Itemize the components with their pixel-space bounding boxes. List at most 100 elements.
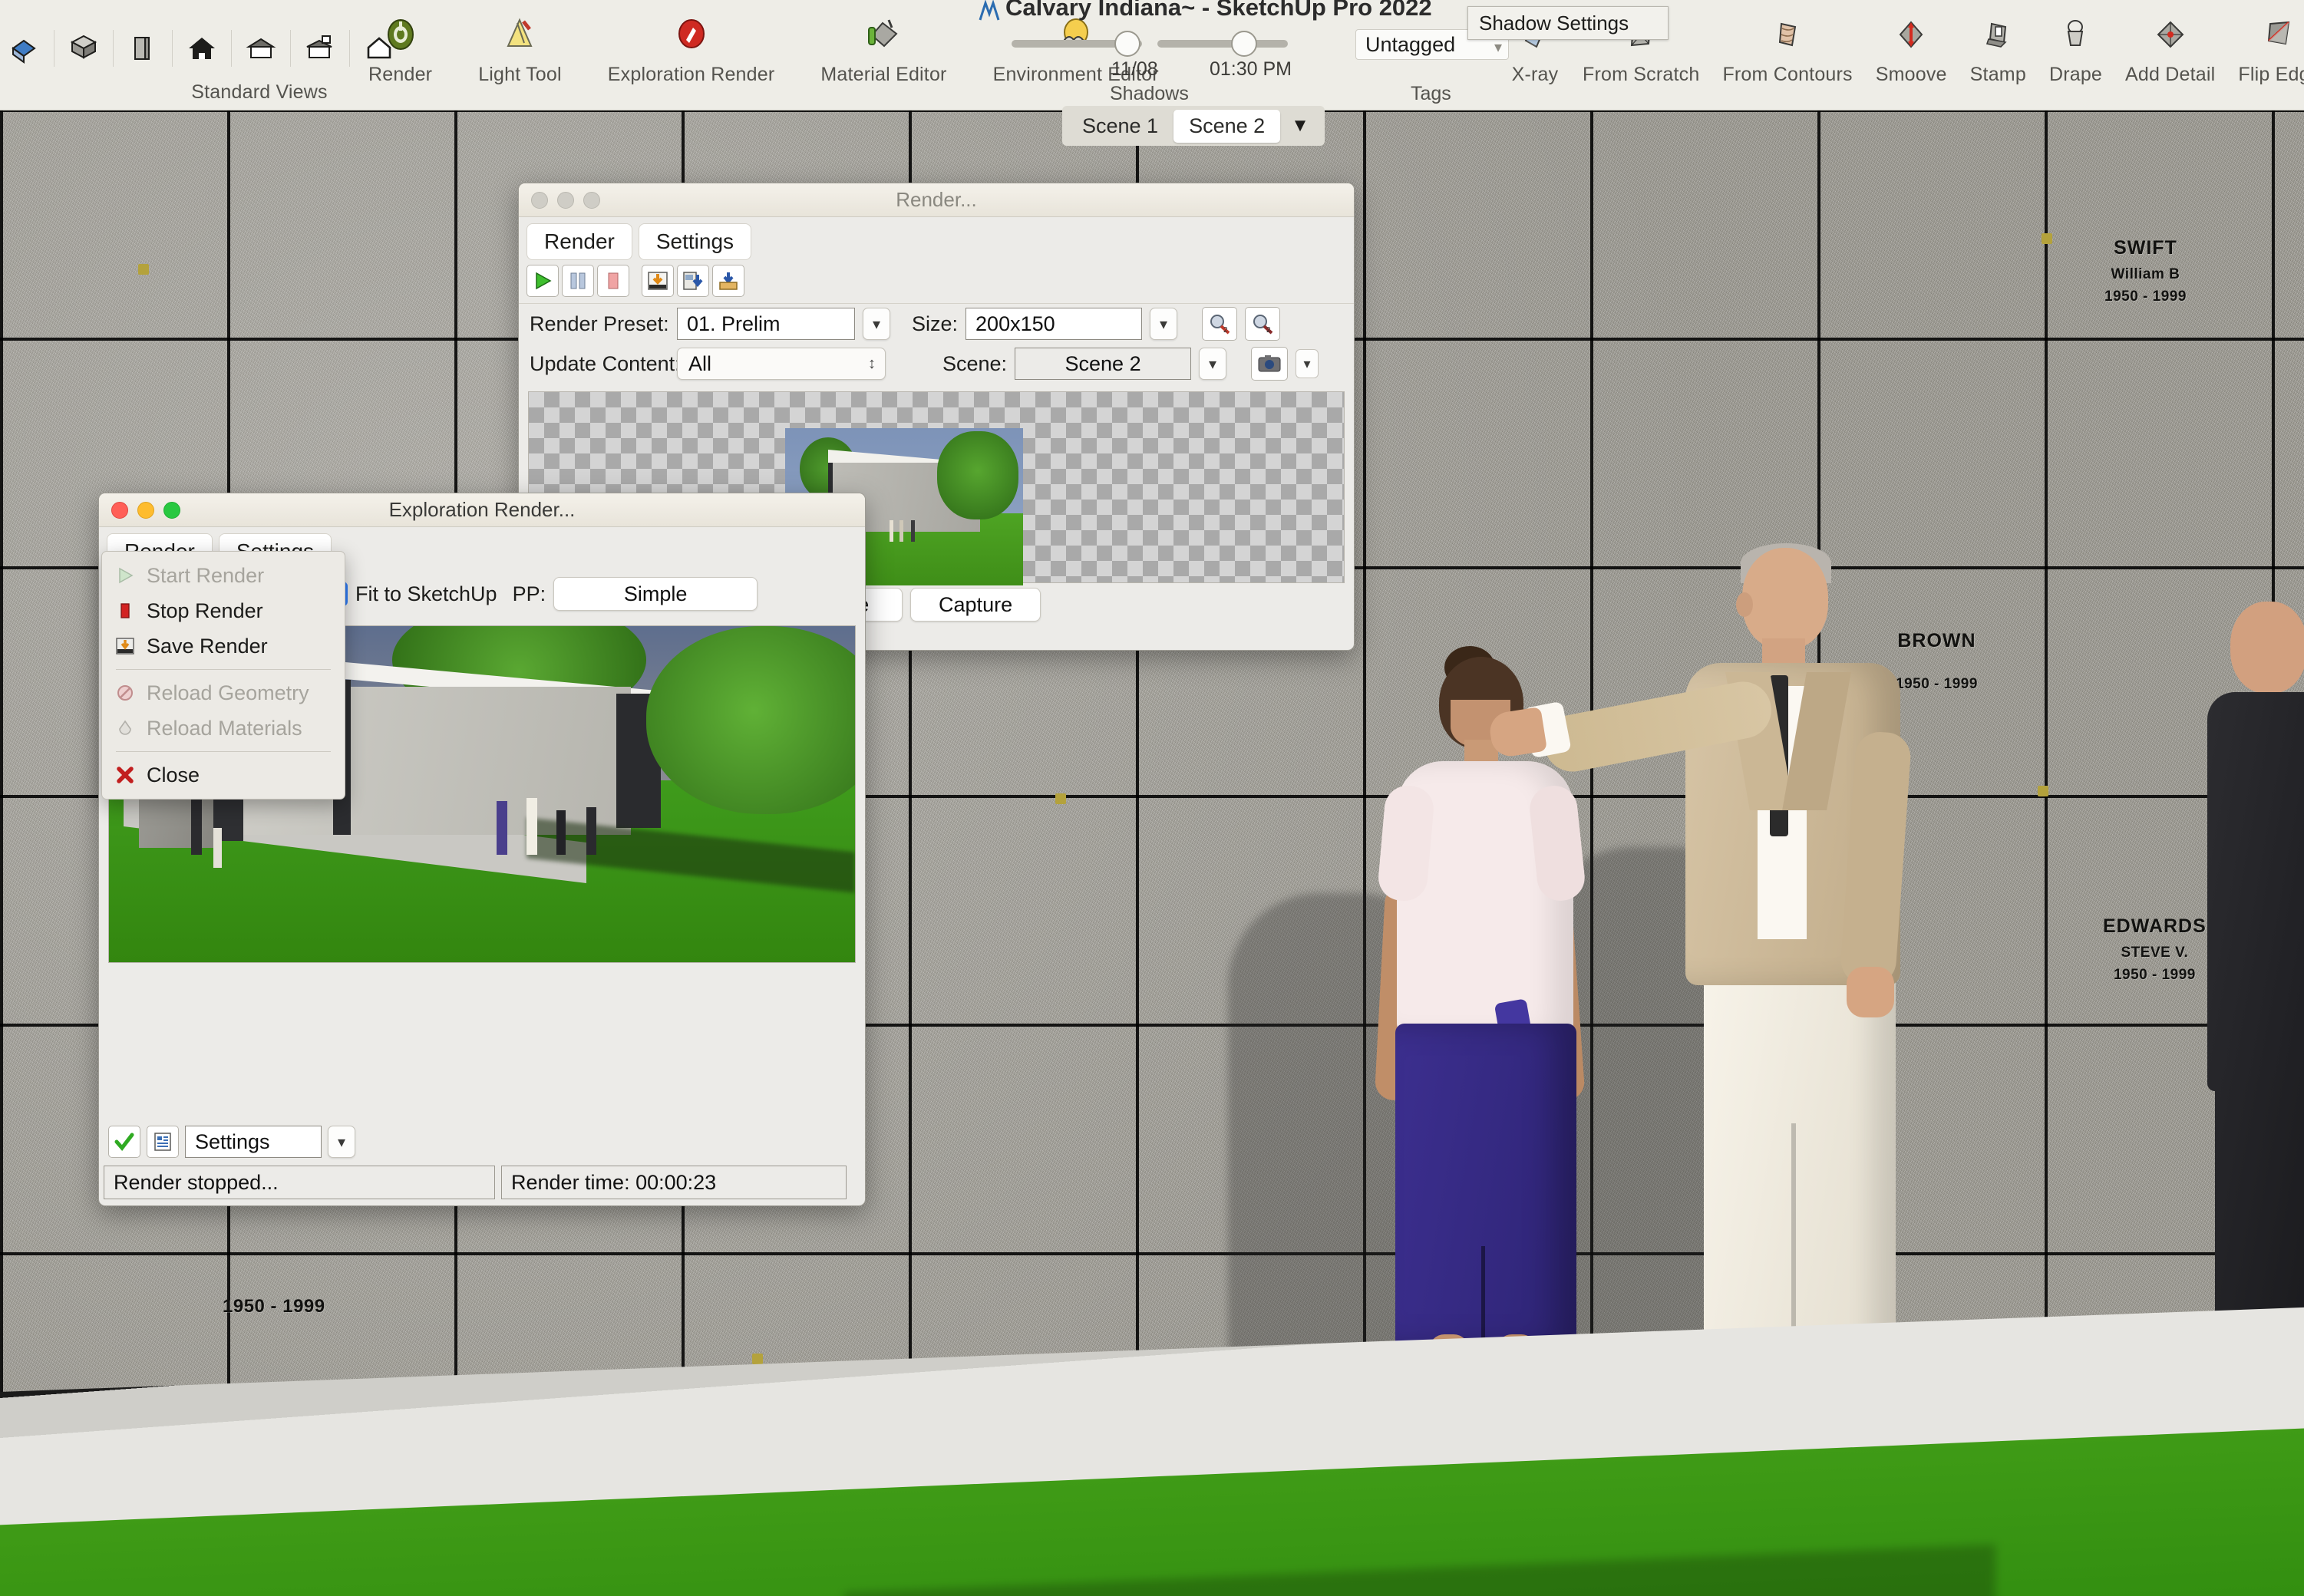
size-chevron-down-icon[interactable]: ▾ xyxy=(1150,308,1178,340)
material-editor-icon[interactable] xyxy=(859,10,908,59)
from-contours-icon[interactable] xyxy=(1763,10,1812,59)
scene-tab-bar[interactable]: Scene 1 Scene 2 ▼ xyxy=(1062,106,1325,146)
render-button-label: Render xyxy=(368,63,433,85)
stamp-icon[interactable] xyxy=(1973,10,2022,59)
shadow-date-slider-knob[interactable] xyxy=(1114,31,1140,57)
maximize-window-button[interactable] xyxy=(163,501,180,519)
menu-separator xyxy=(116,751,331,752)
save-render-icon[interactable] xyxy=(642,265,674,297)
engraving-sub: STEVE V. xyxy=(2121,944,2189,961)
render-status-text: Render stopped... xyxy=(104,1166,495,1199)
menu-item-close[interactable]: Close xyxy=(102,757,345,793)
add-detail-button-label: Add Detail xyxy=(2125,63,2216,85)
exploration-render-button-label: Exploration Render xyxy=(607,63,775,85)
menu-label: Close xyxy=(147,763,200,786)
wall-joint-marker xyxy=(2042,233,2052,244)
updown-stepper-icon[interactable]: ↕ xyxy=(868,355,876,373)
scene-overflow-icon[interactable]: ▼ xyxy=(1280,112,1320,140)
svg-text:2: 2 xyxy=(1223,326,1228,335)
tab-render[interactable]: Render xyxy=(526,223,632,260)
engraving-dates: 1950 - 1999 xyxy=(223,1296,325,1317)
capture-button[interactable]: Capture xyxy=(910,588,1041,622)
man-right-hand xyxy=(1847,967,1894,1017)
shadows-group-label: Shadows xyxy=(1110,83,1189,104)
size-input[interactable]: 200x150 xyxy=(966,308,1143,340)
exploration-status-bar: Render stopped... Render time: 00:00:23 xyxy=(99,1164,865,1205)
front-view-icon[interactable] xyxy=(118,23,167,72)
render-time-text: Render time: 00:00:23 xyxy=(501,1166,847,1199)
tag-value: Untagged xyxy=(1365,32,1456,56)
scene-tab-2[interactable]: Scene 2 xyxy=(1173,109,1281,143)
green-check-icon[interactable] xyxy=(108,1126,140,1158)
wall-joint-marker xyxy=(1055,793,1066,804)
drape-icon[interactable] xyxy=(2051,10,2100,59)
thumbnail-person xyxy=(911,519,916,542)
render-target-icon[interactable] xyxy=(376,10,425,59)
close-window-button[interactable] xyxy=(531,191,548,209)
stop-render-icon[interactable] xyxy=(597,265,629,297)
render-preset-input[interactable]: 01. Prelim xyxy=(677,308,855,340)
render-dialog-toolbar[interactable] xyxy=(519,260,1354,304)
menu-item-reload-materials[interactable]: Reload Materials xyxy=(102,711,345,746)
home-view-icon[interactable] xyxy=(177,23,226,72)
toolbar-separator xyxy=(113,30,114,67)
zoom-out-render-icon[interactable]: 2 xyxy=(1245,307,1281,341)
flip-edge-button-label: Flip Edge xyxy=(2238,63,2304,85)
minimize-window-button[interactable] xyxy=(137,501,154,519)
toolbar-separator xyxy=(349,30,350,67)
add-detail-icon[interactable] xyxy=(2146,10,2195,59)
menu-item-save-render[interactable]: Save Render xyxy=(102,628,345,664)
export-package-icon[interactable] xyxy=(712,265,744,297)
back-view-icon[interactable] xyxy=(236,23,286,72)
main-toolbar[interactable]: Standard Views Render Light Tool Explora… xyxy=(0,0,2304,110)
update-content-select[interactable]: All ↕ xyxy=(677,348,886,380)
start-render-icon[interactable] xyxy=(526,265,559,297)
exploration-dialog-title: Exploration Render... xyxy=(388,498,576,521)
scene-tab-1[interactable]: Scene 1 xyxy=(1067,110,1173,143)
menu-item-reload-geometry[interactable]: Reload Geometry xyxy=(102,675,345,711)
camera-chevron-down-icon[interactable]: ▾ xyxy=(1296,349,1319,378)
svg-text:2: 2 xyxy=(1266,326,1271,335)
flip-edge-icon[interactable] xyxy=(2255,10,2304,59)
tab-settings[interactable]: Settings xyxy=(638,223,752,260)
scene-select[interactable]: Scene 2 xyxy=(1015,348,1192,380)
scene-chevron-down-icon[interactable]: ▾ xyxy=(1199,348,1227,380)
render-preset-row[interactable]: Render Preset: 01. Prelim ▾ Size: 200x15… xyxy=(519,304,1354,344)
engraving-partial: 1950 - 1999 xyxy=(223,1292,325,1321)
update-content-row[interactable]: Update Content: All ↕ Scene: Scene 2 ▾ ▾ xyxy=(519,344,1354,384)
smoove-icon[interactable] xyxy=(1886,10,1936,59)
tag-chevron-down-icon[interactable]: ▾ xyxy=(1494,38,1502,57)
close-window-button[interactable] xyxy=(111,501,128,519)
save-channels-icon[interactable] xyxy=(677,265,709,297)
settings-name-input[interactable]: Settings xyxy=(185,1126,322,1158)
left-view-icon[interactable] xyxy=(295,23,345,72)
exploration-dialog-titlebar[interactable]: Exploration Render... xyxy=(99,493,865,527)
menu-item-start-render[interactable]: Start Render xyxy=(102,558,345,593)
tags-group-label: Tags xyxy=(1411,83,1451,104)
shadow-date-value: 11/08 xyxy=(1111,58,1158,80)
minimize-window-button[interactable] xyxy=(557,191,574,209)
settings-list-icon[interactable] xyxy=(147,1126,179,1158)
exploration-bottom-bar[interactable]: Settings ▾ xyxy=(99,1120,865,1164)
light-tool-icon[interactable] xyxy=(495,10,544,59)
iso-view-icon[interactable] xyxy=(0,23,49,72)
render-dialog-tabs[interactable]: Render Settings xyxy=(519,217,1354,260)
render-preset-chevron-down-icon[interactable]: ▾ xyxy=(863,308,890,340)
render-menu-dropdown[interactable]: Start Render Stop Render Save Render Rel… xyxy=(101,551,345,800)
render-dialog-titlebar[interactable]: Render... xyxy=(519,183,1354,217)
exploration-render-icon[interactable] xyxy=(667,10,716,59)
shadows-group[interactable]: 11/08 01:30 PM Shadows xyxy=(998,0,1320,110)
top-view-icon[interactable] xyxy=(59,23,108,72)
settings-chevron-down-icon[interactable]: ▾ xyxy=(328,1126,355,1158)
maximize-window-button[interactable] xyxy=(583,191,600,209)
camera-icon[interactable] xyxy=(1251,347,1289,381)
pp-value-button[interactable]: Simple xyxy=(553,577,758,611)
shadow-time-slider-knob[interactable] xyxy=(1231,31,1257,57)
exploration-window-controls[interactable] xyxy=(111,501,180,519)
pause-render-icon[interactable] xyxy=(562,265,594,297)
preview-person xyxy=(497,800,508,855)
shadow-time-slider-track[interactable] xyxy=(1157,40,1288,48)
menu-item-stop-render[interactable]: Stop Render xyxy=(102,593,345,628)
window-controls[interactable] xyxy=(531,191,600,209)
zoom-in-render-icon[interactable]: 2 xyxy=(1202,307,1238,341)
